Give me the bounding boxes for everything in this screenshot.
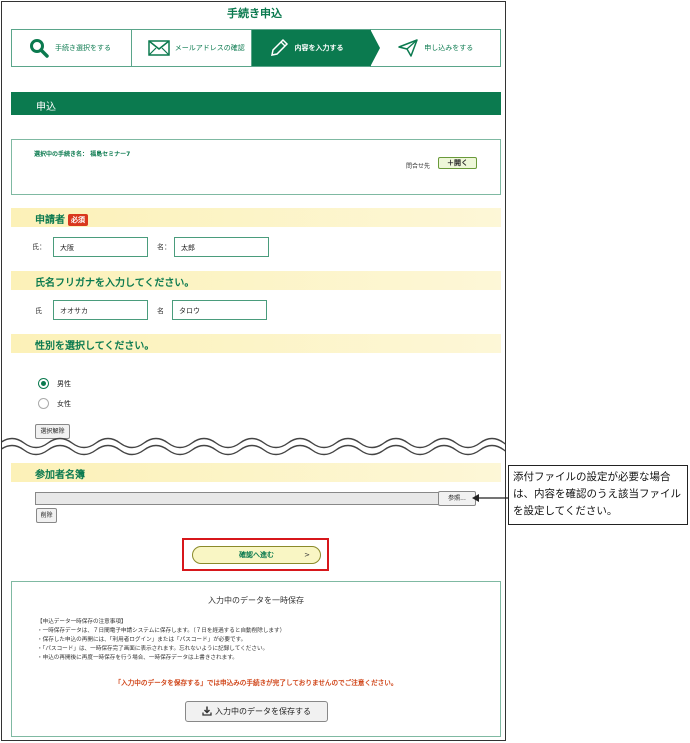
furigana-heading: 氏名フリガナを入力してください。	[11, 271, 501, 290]
procedure-info-box: 選択中の手続き名： 福島セミナー7 問合せ先 ＋開く	[11, 139, 501, 195]
note-line: 【申込データ一時保存の注意事項】	[37, 619, 127, 625]
note-line: ・「パスコード」は、一時保存完了画面に表示されます。忘れないように記録してくださ…	[37, 646, 269, 652]
step-submit: 申し込みをする	[371, 30, 500, 66]
participants-heading: 参加者名簿	[11, 463, 501, 482]
note-line: ・保存した申込の再開には、「利用者ログイン」または「パスコード」が必要です。	[37, 637, 247, 643]
browse-button[interactable]: 参照...	[438, 491, 476, 506]
temp-save-title: 入力中のデータを一時保存	[208, 596, 304, 605]
required-badge: 必須	[68, 214, 88, 226]
application-form-frame: 手続き申込 手続き選択をする メールアドレスの確認 内容を入力する 申し込みをす…	[1, 1, 506, 741]
download-icon	[202, 704, 212, 723]
temp-save-notes: 【申込データ一時保存の注意事項】 ・一時保存データは、７日間電子申請システムに保…	[37, 618, 285, 663]
radio-label: 女性	[57, 399, 71, 408]
radio-label: 男性	[57, 379, 71, 388]
send-icon	[397, 38, 419, 58]
first-name-label: 名：	[157, 243, 171, 251]
step-select-procedure: 手続き選択をする	[12, 30, 132, 66]
proceed-to-confirm-button[interactable]: 確認へ進む >	[192, 546, 321, 564]
temporary-save-box: 入力中のデータを一時保存 【申込データ一時保存の注意事項】 ・一時保存データは、…	[11, 581, 501, 737]
callout-arrow-icon	[472, 494, 509, 502]
save-progress-button[interactable]: 入力中のデータを保存する	[185, 701, 328, 722]
gender-heading: 性別を選択してください。	[11, 334, 501, 353]
furigana-first-input[interactable]: タロウ	[172, 300, 267, 320]
save-button-label: 入力中のデータを保存する	[215, 707, 311, 716]
radio-male[interactable]: 男性	[38, 378, 71, 389]
contact-label: 問合せ先	[406, 163, 431, 170]
radio-female[interactable]: 女性	[38, 398, 71, 409]
temp-save-warning: 「入力中のデータを保存する」では申込みの手続きが完了しておりませんのでご注意くだ…	[114, 679, 398, 687]
confirm-highlight: 確認へ進む >	[182, 538, 329, 571]
section-break-wave	[2, 437, 505, 456]
applicant-heading-text: 申請者	[35, 215, 65, 226]
radio-button[interactable]	[38, 378, 49, 389]
furigana-last-label: 氏	[35, 307, 42, 315]
step-label: 内容を入力する	[294, 44, 344, 52]
open-contact-button[interactable]: ＋開く	[438, 157, 477, 169]
pencil-icon	[268, 38, 290, 58]
step-confirm-email: メールアドレスの確認	[132, 30, 252, 66]
page-title: 手続き申込	[227, 7, 282, 20]
annotation-callout: 添付ファイルの設定が必要な場合は、内容を確認のうえ該当ファイルを設定してください…	[508, 465, 688, 525]
file-path-field[interactable]	[35, 492, 439, 505]
step-label: メールアドレスの確認	[174, 44, 245, 52]
section-header: 申込	[11, 92, 501, 115]
step-progress: 手続き選択をする メールアドレスの確認 内容を入力する 申し込みをする	[11, 29, 501, 67]
confirm-button-label: 確認へ進む	[239, 551, 274, 559]
first-name-input[interactable]: 太郎	[174, 237, 269, 257]
note-line: ・一時保存データは、７日間電子申請システムに保存します。（７日を経過すると自動削…	[37, 628, 286, 634]
radio-button[interactable]	[38, 398, 49, 409]
mail-icon	[148, 38, 170, 58]
search-icon	[28, 38, 50, 58]
chevron-right-icon: >	[304, 551, 310, 559]
last-name-label: 氏：	[32, 243, 46, 251]
delete-file-button[interactable]: 削除	[36, 508, 57, 523]
procedure-name: 選択中の手続き名： 福島セミナー7	[34, 151, 131, 158]
applicant-heading: 申請者 必須	[11, 208, 501, 227]
step-label: 手続き選択をする	[55, 44, 111, 52]
step-label: 申し込みをする	[424, 44, 474, 52]
step-enter-details: 内容を入力する	[251, 29, 380, 67]
furigana-last-input[interactable]: オオサカ	[53, 300, 148, 320]
furigana-first-label: 名	[157, 307, 164, 315]
note-line: ・申込の再開後に再度一時保存を行う場合、一時保存データは上書きされます。	[37, 655, 238, 661]
last-name-input[interactable]: 大阪	[53, 237, 148, 257]
